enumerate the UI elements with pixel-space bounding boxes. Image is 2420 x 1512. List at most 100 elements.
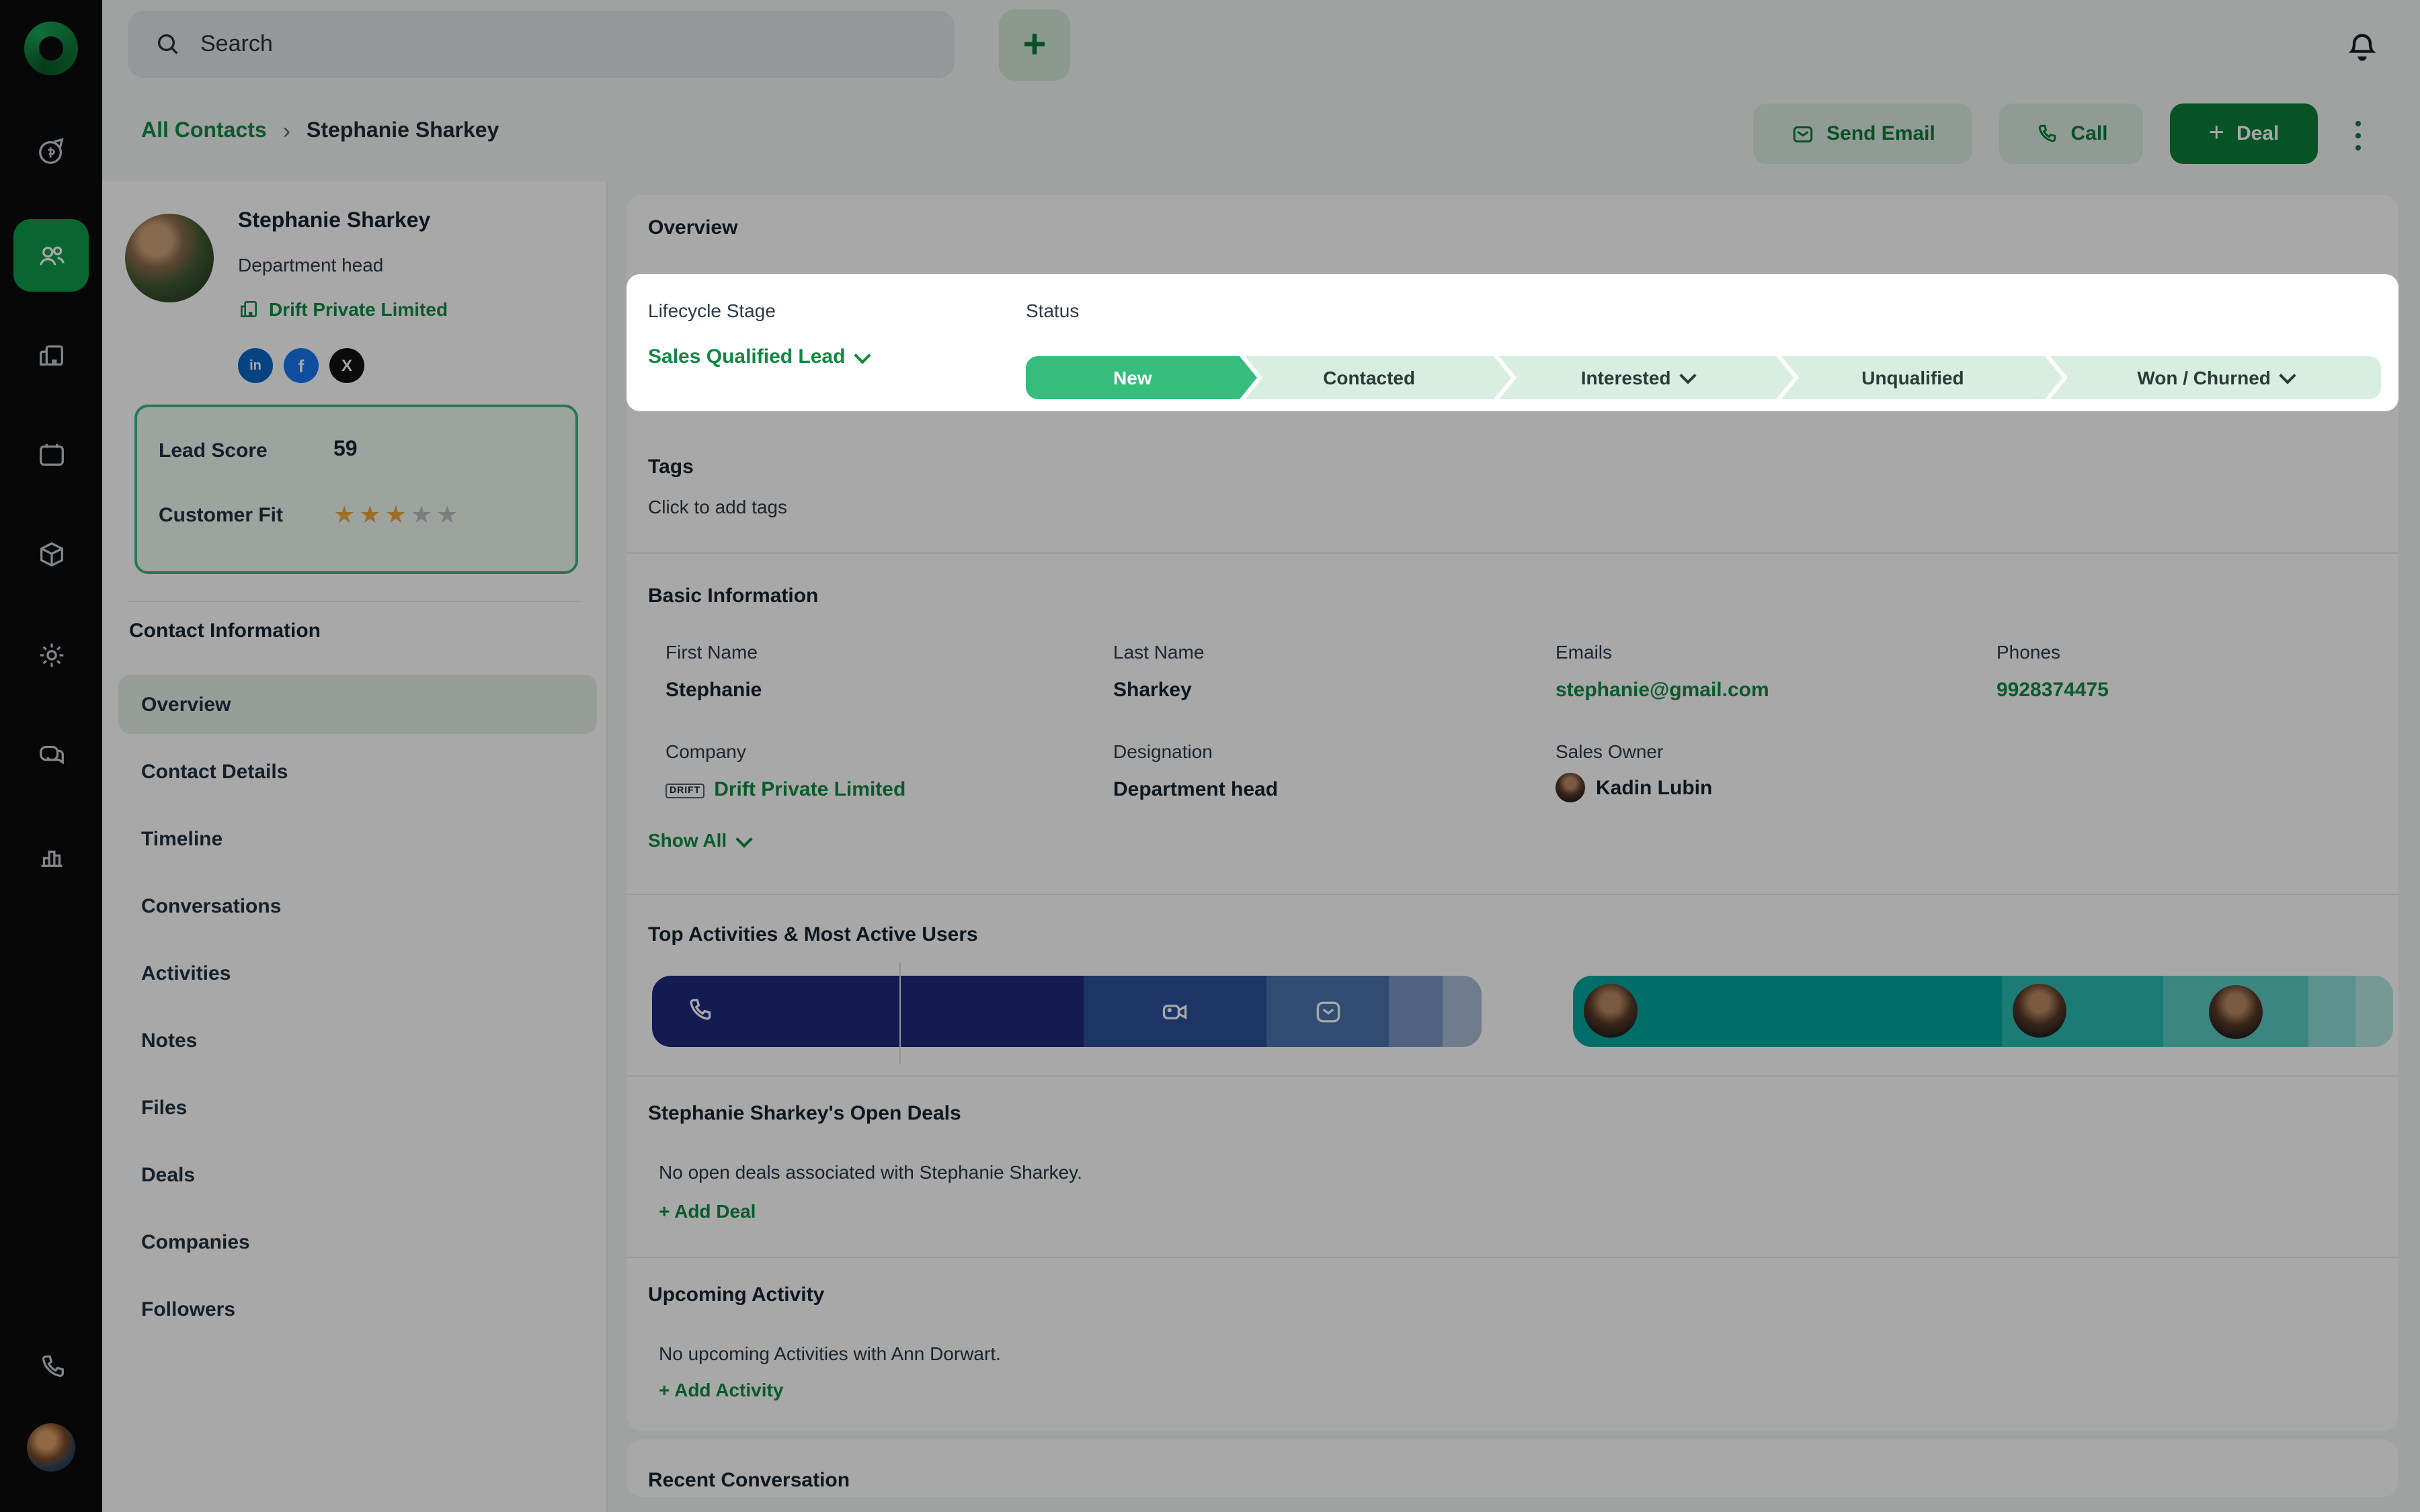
quick-add-button[interactable]: + — [999, 9, 1070, 81]
customer-fit-stars[interactable]: ★★★★★ — [333, 501, 462, 530]
envelope-icon — [1314, 997, 1343, 1026]
sidebar-item-notes[interactable]: Notes — [118, 1011, 597, 1070]
settings-gear-icon[interactable] — [0, 618, 102, 691]
breadcrumb: All Contacts › Stephanie Sharkey — [141, 118, 499, 145]
sidebar-item-conversations[interactable]: Conversations — [118, 876, 597, 935]
search-placeholder: Search — [200, 31, 273, 58]
user-segment[interactable] — [1573, 976, 2002, 1047]
show-all-toggle[interactable]: Show All — [648, 829, 750, 851]
stage-contacted[interactable]: Contacted — [1245, 356, 1494, 399]
status-label: Status — [1026, 300, 1079, 321]
conversations-icon[interactable] — [0, 718, 102, 790]
tags-heading: Tags — [648, 456, 694, 478]
stage-unqualified[interactable]: Unqualified — [1781, 356, 2045, 399]
linkedin-icon[interactable]: in — [238, 348, 273, 383]
phone-link[interactable]: 9928374475 — [1997, 679, 2109, 702]
upcoming-activity-empty-text: No upcoming Activities with Ann Dorwart. — [659, 1343, 1001, 1364]
most-active-users-bar[interactable] — [1573, 976, 2393, 1047]
contact-company-link[interactable]: Drift Private Limited — [238, 298, 448, 320]
call-button[interactable]: Call — [1999, 103, 2143, 164]
add-tags-field[interactable]: Click to add tags — [648, 496, 787, 517]
user-avatar — [2209, 984, 2263, 1038]
recent-conversation-card: Recent Conversation — [627, 1439, 2398, 1497]
analytics-icon[interactable] — [0, 820, 102, 892]
add-deal-link[interactable]: + Add Deal — [659, 1200, 756, 1222]
lead-score-card: Lead Score 59 Customer Fit ★★★★★ — [134, 405, 578, 574]
call-label: Call — [2070, 122, 2107, 145]
activity-segment-calls[interactable] — [652, 976, 1084, 1047]
divider — [627, 894, 2398, 895]
sales-owner-value: Kadin Lubin — [1556, 773, 1712, 802]
add-activity-link[interactable]: + Add Activity — [659, 1379, 783, 1400]
chevron-down-icon — [2279, 367, 2296, 384]
company-label: Company — [666, 741, 746, 762]
emails-label: Emails — [1556, 641, 1612, 663]
user-segment[interactable] — [2002, 976, 2163, 1047]
first-name-value: Stephanie — [666, 679, 762, 702]
email-link[interactable]: stephanie@gmail.com — [1556, 679, 1769, 702]
open-deals-empty-text: No open deals associated with Stephanie … — [659, 1161, 1082, 1183]
contacts-icon[interactable] — [13, 219, 89, 292]
stage-new[interactable]: New — [1026, 356, 1240, 399]
brand-logo-icon[interactable] — [24, 22, 78, 75]
activity-segment-email[interactable] — [1267, 976, 1389, 1047]
sidebar-item-overview[interactable]: Overview — [118, 675, 597, 734]
plus-icon: + — [1022, 22, 1046, 68]
top-activities-heading: Top Activities & Most Active Users — [648, 923, 978, 946]
sidebar-item-files[interactable]: Files — [118, 1078, 597, 1137]
facebook-icon[interactable]: f — [284, 348, 319, 383]
contact-designation: Department head — [238, 254, 383, 276]
user-segment[interactable] — [2163, 976, 2309, 1047]
more-options-kebab-icon[interactable] — [2345, 121, 2372, 151]
app-rail — [0, 0, 102, 1512]
sidebar-item-timeline[interactable]: Timeline — [118, 809, 597, 868]
building-icon — [238, 298, 259, 320]
activity-segment-other[interactable] — [1389, 976, 1443, 1047]
divider — [627, 1075, 2398, 1077]
activity-segment-other[interactable] — [1443, 976, 1482, 1047]
sidebar-item-activities[interactable]: Activities — [118, 943, 597, 1003]
status-pipeline: New Contacted Interested Unqualified Won… — [1026, 356, 2381, 399]
last-name-value: Sharkey — [1113, 679, 1192, 702]
breadcrumb-all-contacts[interactable]: All Contacts — [141, 120, 267, 144]
contact-company-label: Drift Private Limited — [269, 298, 448, 320]
recent-conversation-heading: Recent Conversation — [648, 1469, 850, 1492]
send-email-label: Send Email — [1826, 122, 1935, 145]
user-segment[interactable] — [2355, 976, 2393, 1047]
sidebar-item-contact-details[interactable]: Contact Details — [118, 742, 597, 801]
send-email-button[interactable]: Send Email — [1753, 103, 1972, 164]
activities-calendar-icon[interactable] — [0, 418, 102, 491]
stage-won-churned[interactable]: Won / Churned — [2050, 356, 2381, 399]
phone-icon — [684, 996, 714, 1032]
user-profile-avatar[interactable] — [27, 1423, 75, 1472]
sidebar-item-deals[interactable]: Deals — [118, 1145, 597, 1204]
designation-label: Designation — [1113, 741, 1213, 762]
companies-icon[interactable] — [0, 319, 102, 391]
sales-owner-label: Sales Owner — [1556, 741, 1663, 762]
add-deal-button[interactable]: + Deal — [2170, 103, 2318, 164]
open-deals-heading: Stephanie Sharkey's Open Deals — [648, 1102, 961, 1125]
chevron-down-icon — [1679, 367, 1696, 384]
deal-label: Deal — [2236, 122, 2279, 145]
plus-icon: + — [2209, 118, 2224, 149]
video-icon — [1160, 997, 1190, 1026]
customer-fit-label: Customer Fit — [159, 504, 283, 527]
top-activities-bar[interactable] — [652, 976, 1482, 1047]
contact-name: Stephanie Sharkey — [238, 210, 430, 234]
activity-segment-video[interactable] — [1084, 976, 1267, 1047]
sidebar-item-companies[interactable]: Companies — [118, 1212, 597, 1271]
user-segment[interactable] — [2309, 976, 2355, 1047]
notifications-bell-icon[interactable] — [2345, 30, 2380, 65]
phone-dialer-icon[interactable] — [0, 1331, 102, 1403]
search-input[interactable]: Search — [128, 11, 955, 78]
stage-interested[interactable]: Interested — [1499, 356, 1776, 399]
company-link[interactable]: DRIFTDrift Private Limited — [666, 778, 905, 801]
lifecycle-stage-select[interactable]: Sales Qualified Lead — [648, 345, 868, 368]
sidebar-item-followers[interactable]: Followers — [118, 1279, 597, 1339]
revenue-icon[interactable] — [0, 114, 102, 187]
overview-card: Overview Lifecycle Stage Sales Qualified… — [627, 195, 2398, 1431]
products-icon[interactable] — [0, 517, 102, 590]
divider — [129, 601, 581, 602]
x-twitter-icon[interactable]: X — [329, 348, 364, 383]
envelope-icon — [1790, 122, 1814, 146]
